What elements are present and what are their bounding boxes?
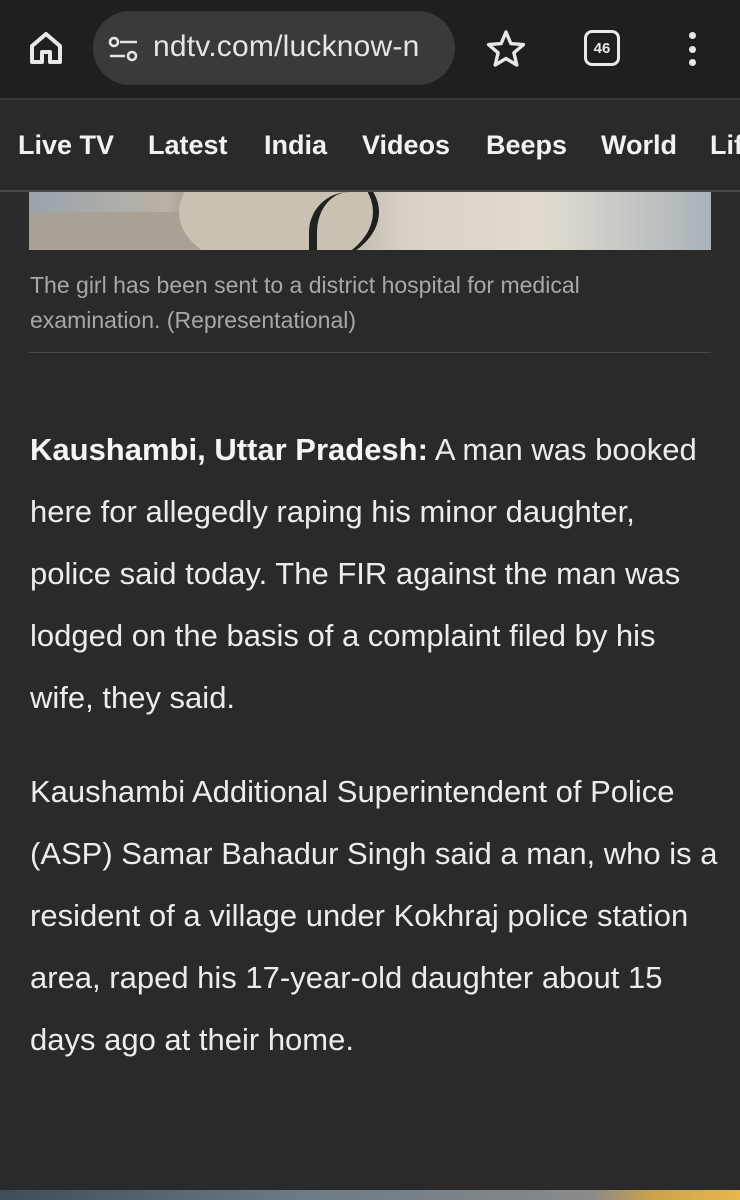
url-text[interactable]: ndtv.com/lucknow-n (153, 30, 419, 64)
article-paragraph: Kaushambi Additional Superintendent of P… (30, 774, 718, 1057)
nav-item-videos[interactable]: Videos (362, 130, 450, 161)
more-vert-icon[interactable] (680, 30, 704, 68)
tab-count: 46 (593, 39, 611, 57)
tab-switcher-button[interactable]: 46 (584, 30, 620, 66)
nav-item-live-tv[interactable]: Live TV (18, 130, 114, 161)
article-image (29, 192, 711, 250)
site-navigation: Live TV Latest India Videos Beeps World … (0, 102, 740, 192)
nav-item-lifestyle[interactable]: Lif (710, 130, 740, 161)
tune-icon[interactable] (107, 34, 141, 64)
article-paragraph: Kaushambi, Uttar Pradesh: A man was book… (30, 419, 720, 729)
address-bar[interactable]: ndtv.com/lucknow-n (93, 11, 455, 85)
menu-dot (688, 45, 696, 53)
browser-toolbar: ndtv.com/lucknow-n 46 (0, 0, 740, 100)
image-caption: The girl has been sent to a district hos… (30, 272, 580, 333)
nav-item-world[interactable]: World (601, 130, 677, 161)
paragraph-text: A man was booked here for allegedly rapi… (30, 432, 697, 715)
divider (29, 352, 711, 353)
menu-dot (688, 59, 696, 66)
star-icon (486, 30, 526, 67)
home-icon (30, 32, 62, 64)
nav-item-latest[interactable]: Latest (148, 130, 228, 161)
dateline: Kaushambi, Uttar Pradesh: (30, 432, 428, 467)
menu-dot (688, 32, 696, 39)
bookmark-button[interactable] (485, 28, 527, 70)
home-button[interactable] (24, 26, 68, 70)
next-image-preview (0, 1190, 740, 1200)
nav-item-beeps[interactable]: Beeps (486, 130, 567, 161)
nav-item-india[interactable]: India (264, 130, 327, 161)
